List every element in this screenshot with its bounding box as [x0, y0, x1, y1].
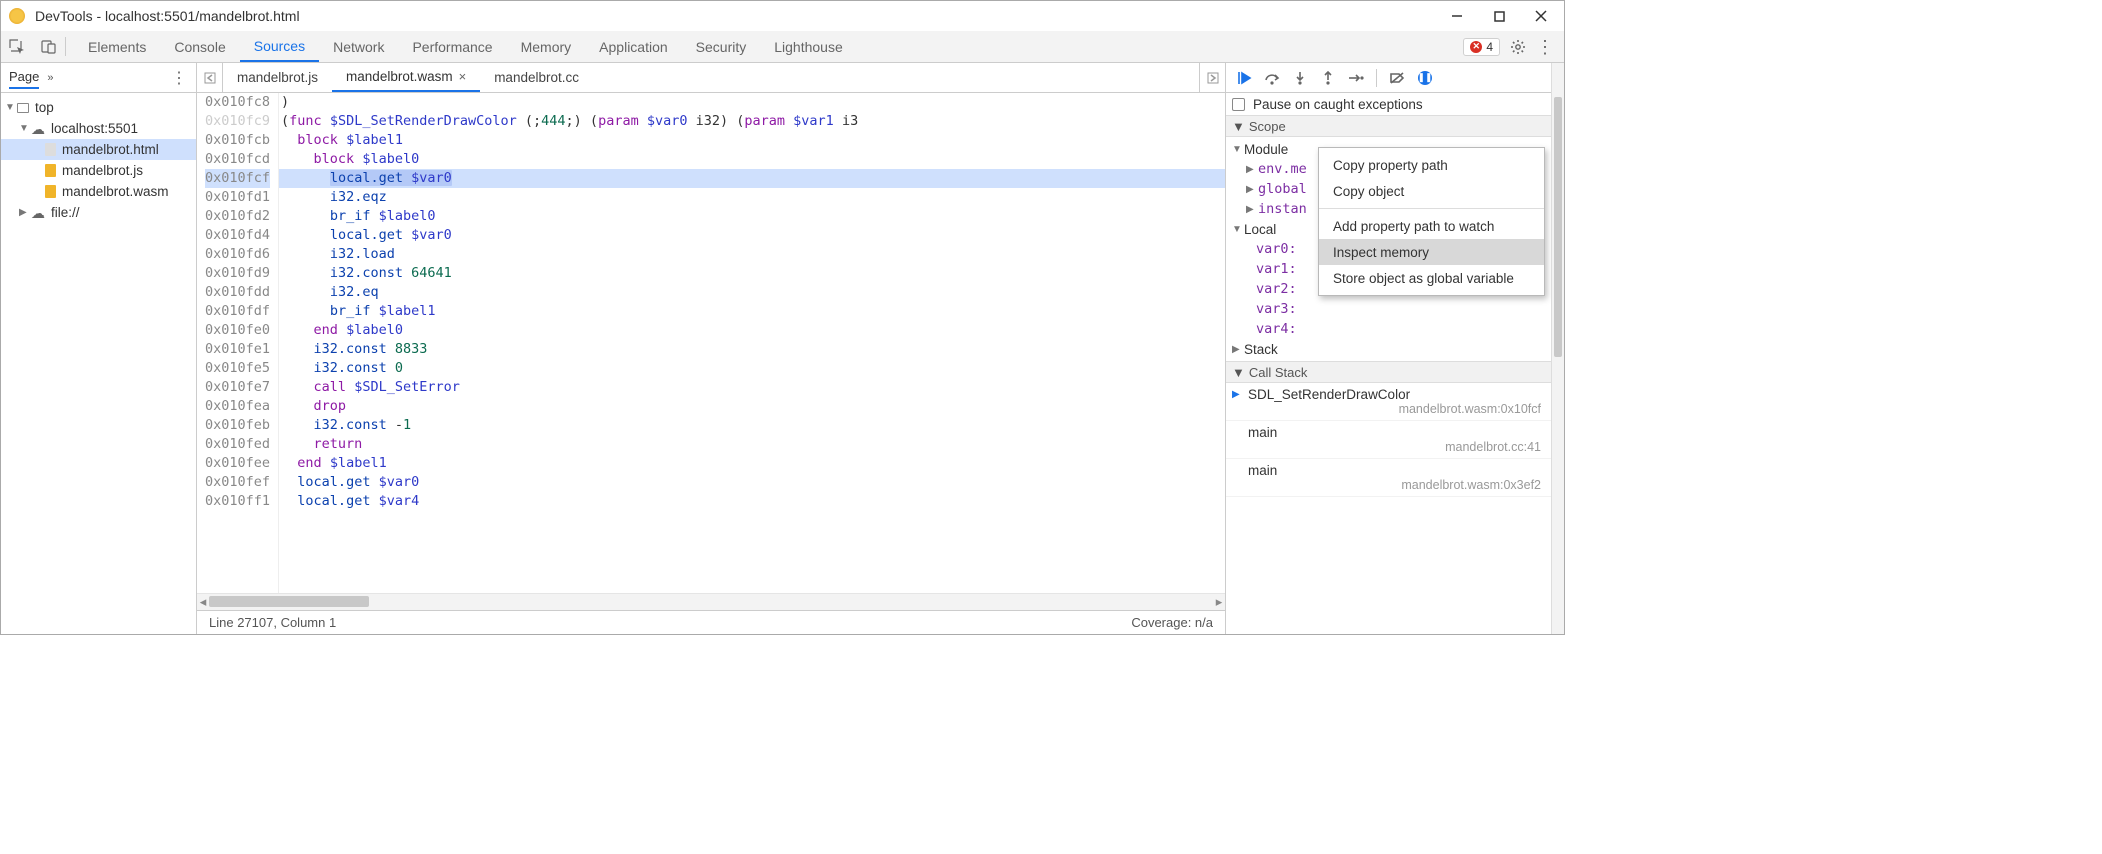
main-area: Page » ⋮ ▼top▼localhost:5501mandelbrot.h…	[1, 63, 1564, 634]
editor-statusbar: Line 27107, Column 1 Coverage: n/a	[197, 610, 1225, 634]
callstack-frame[interactable]: mainmandelbrot.cc:41	[1226, 421, 1551, 459]
close-icon[interactable]: ×	[459, 69, 467, 84]
step-out-icon[interactable]	[1320, 71, 1336, 85]
more-menu-icon[interactable]: ⋮	[1536, 42, 1554, 52]
panel-tab-memory[interactable]: Memory	[507, 31, 586, 62]
error-count: 4	[1486, 40, 1493, 54]
file-tab[interactable]: mandelbrot.wasm×	[332, 63, 480, 92]
context-menu-item[interactable]: Store object as global variable	[1319, 265, 1544, 291]
panel-tab-console[interactable]: Console	[160, 31, 239, 62]
window-titlebar: DevTools - localhost:5501/mandelbrot.htm…	[1, 1, 1564, 31]
debugger-toolbar: ❚❚	[1226, 63, 1551, 93]
error-icon: ✕	[1470, 41, 1482, 53]
context-menu[interactable]: Copy property pathCopy object Add propert…	[1318, 147, 1545, 296]
coverage-status: Coverage: n/a	[1131, 615, 1213, 630]
scope-section-header[interactable]: ▼Scope	[1226, 115, 1551, 137]
callstack-frame[interactable]: mainmandelbrot.wasm:0x3ef2	[1226, 459, 1551, 497]
panel-tab-lighthouse[interactable]: Lighthouse	[760, 31, 857, 62]
context-menu-item[interactable]: Add property path to watch	[1319, 213, 1544, 239]
pause-state-icon[interactable]: ❚❚	[1417, 71, 1433, 85]
script-icon	[45, 185, 56, 198]
devtools-window: DevTools - localhost:5501/mandelbrot.htm…	[0, 0, 1565, 635]
device-toolbar-icon[interactable]	[33, 31, 65, 62]
file-tab[interactable]: mandelbrot.cc	[480, 63, 593, 92]
panel-tabs: ElementsConsoleSourcesNetworkPerformance…	[66, 31, 1453, 62]
panel-tab-network[interactable]: Network	[319, 31, 398, 62]
scope-stack-header[interactable]: ▶Stack	[1226, 339, 1551, 359]
editor-horizontal-scrollbar[interactable]: ◂ ▸	[197, 593, 1225, 610]
pause-on-caught-row[interactable]: Pause on caught exceptions	[1226, 93, 1551, 115]
file-tree[interactable]: ▼top▼localhost:5501mandelbrot.htmlmandel…	[1, 93, 196, 634]
page-icon	[45, 143, 56, 156]
file-tab[interactable]: mandelbrot.js	[223, 63, 332, 92]
cloud-icon	[31, 122, 45, 136]
step-into-icon[interactable]	[1292, 71, 1308, 85]
resume-icon[interactable]	[1236, 71, 1252, 85]
step-over-icon[interactable]	[1264, 71, 1280, 85]
context-menu-item[interactable]: Inspect memory	[1319, 239, 1544, 265]
tree-item[interactable]: ▼localhost:5501	[1, 118, 196, 139]
tab-nav-next-icon[interactable]	[1199, 63, 1225, 92]
debugger-body: Pause on caught exceptions ▼Scope ▼Modul…	[1226, 93, 1551, 634]
context-menu-item[interactable]: Copy property path	[1319, 152, 1544, 178]
panel-tab-sources[interactable]: Sources	[240, 31, 319, 62]
window-controls	[1450, 9, 1556, 23]
pause-on-caught-checkbox[interactable]	[1232, 98, 1245, 111]
folder-outline-icon	[17, 103, 29, 113]
minimize-button[interactable]	[1450, 9, 1464, 23]
panel-tab-security[interactable]: Security	[682, 31, 761, 62]
deactivate-breakpoints-icon[interactable]	[1389, 71, 1405, 85]
callstack-frame[interactable]: SDL_SetRenderDrawColormandelbrot.wasm:0x…	[1226, 383, 1551, 421]
select-element-icon[interactable]	[1, 31, 33, 62]
panel-vertical-scrollbar[interactable]	[1551, 63, 1564, 634]
scope-local-item[interactable]: var4:	[1226, 319, 1551, 339]
navigator-more-tabs[interactable]: »	[47, 72, 53, 84]
maximize-button[interactable]	[1492, 9, 1506, 23]
scope-local-item[interactable]: var3:	[1226, 299, 1551, 319]
navigator-tab-page[interactable]: Page	[9, 69, 39, 89]
file-tabs: mandelbrot.jsmandelbrot.wasm×mandelbrot.…	[197, 63, 1225, 93]
tab-nav-prev-icon[interactable]	[197, 63, 223, 92]
close-button[interactable]	[1534, 9, 1548, 23]
app-icon	[9, 8, 25, 24]
panel-tab-elements[interactable]: Elements	[74, 31, 160, 62]
tree-item[interactable]: ▼top	[1, 97, 196, 118]
cursor-position: Line 27107, Column 1	[209, 615, 336, 630]
error-count-badge[interactable]: ✕ 4	[1463, 38, 1500, 56]
pause-on-caught-label: Pause on caught exceptions	[1253, 97, 1423, 112]
debugger-panel: ❚❚ Pause on caught exceptions ▼Scope ▼Mo…	[1226, 63, 1551, 634]
tree-item[interactable]: mandelbrot.js	[1, 160, 196, 181]
script-icon	[45, 164, 56, 177]
devtools-tabs-row: ElementsConsoleSourcesNetworkPerformance…	[1, 31, 1564, 63]
code-editor[interactable]: 0x010fc80x010fc90x010fcb0x010fcd0x010fcf…	[197, 93, 1225, 593]
context-menu-item[interactable]: Copy object	[1319, 178, 1544, 204]
step-icon[interactable]	[1348, 72, 1364, 84]
navigator-menu-icon[interactable]: ⋮	[171, 68, 188, 88]
editor-column: mandelbrot.jsmandelbrot.wasm×mandelbrot.…	[197, 63, 1226, 634]
callstack-section-header[interactable]: ▼Call Stack	[1226, 361, 1551, 383]
toolbar-right: ✕ 4 ⋮	[1453, 31, 1564, 62]
settings-icon[interactable]	[1510, 39, 1526, 55]
window-title: DevTools - localhost:5501/mandelbrot.htm…	[35, 8, 1450, 24]
tree-item[interactable]: mandelbrot.wasm	[1, 181, 196, 202]
sources-navigator: Page » ⋮ ▼top▼localhost:5501mandelbrot.h…	[1, 63, 197, 634]
tree-item[interactable]: mandelbrot.html	[1, 139, 196, 160]
panel-tab-application[interactable]: Application	[585, 31, 682, 62]
tree-item[interactable]: ▶file://	[1, 202, 196, 223]
panel-tab-performance[interactable]: Performance	[398, 31, 506, 62]
cloud-icon	[31, 206, 45, 220]
navigator-head: Page » ⋮	[1, 63, 196, 93]
